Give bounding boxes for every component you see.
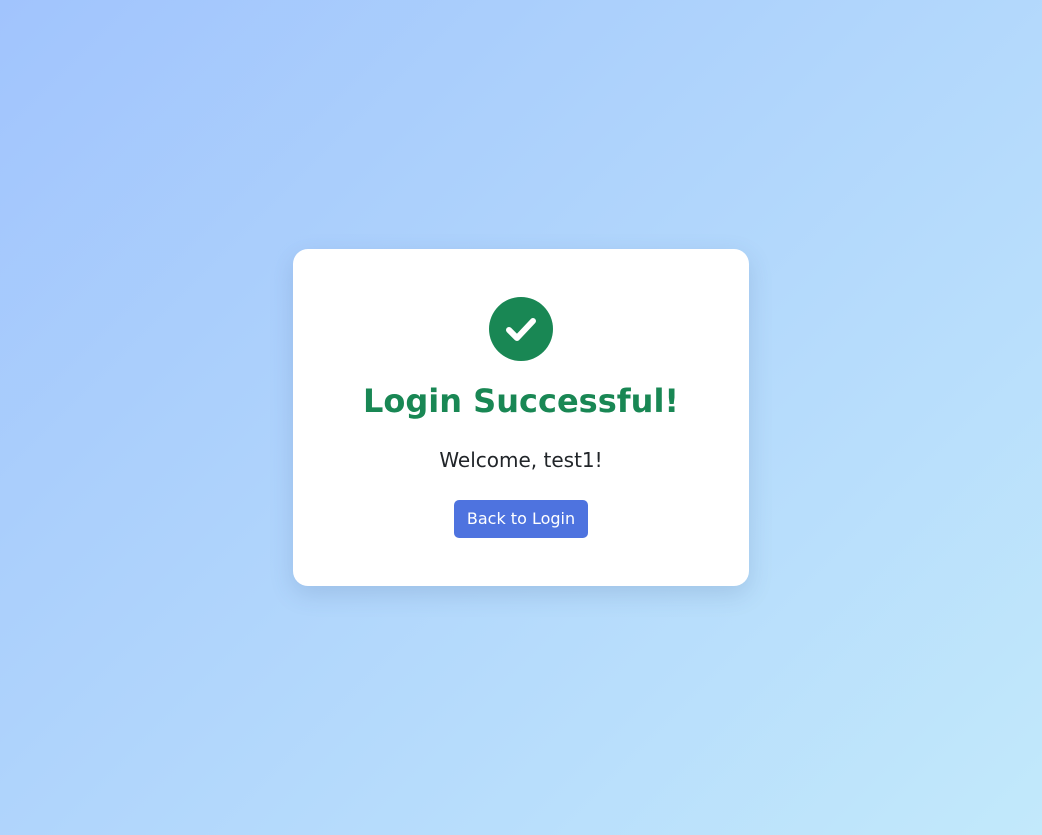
welcome-message: Welcome, test1! <box>439 448 603 472</box>
back-to-login-button[interactable]: Back to Login <box>454 500 588 538</box>
page-title: Login Successful! <box>363 382 679 420</box>
check-circle-icon <box>489 297 553 361</box>
checkmark-icon <box>506 318 536 341</box>
success-card: Login Successful! Welcome, test1! Back t… <box>293 249 749 586</box>
